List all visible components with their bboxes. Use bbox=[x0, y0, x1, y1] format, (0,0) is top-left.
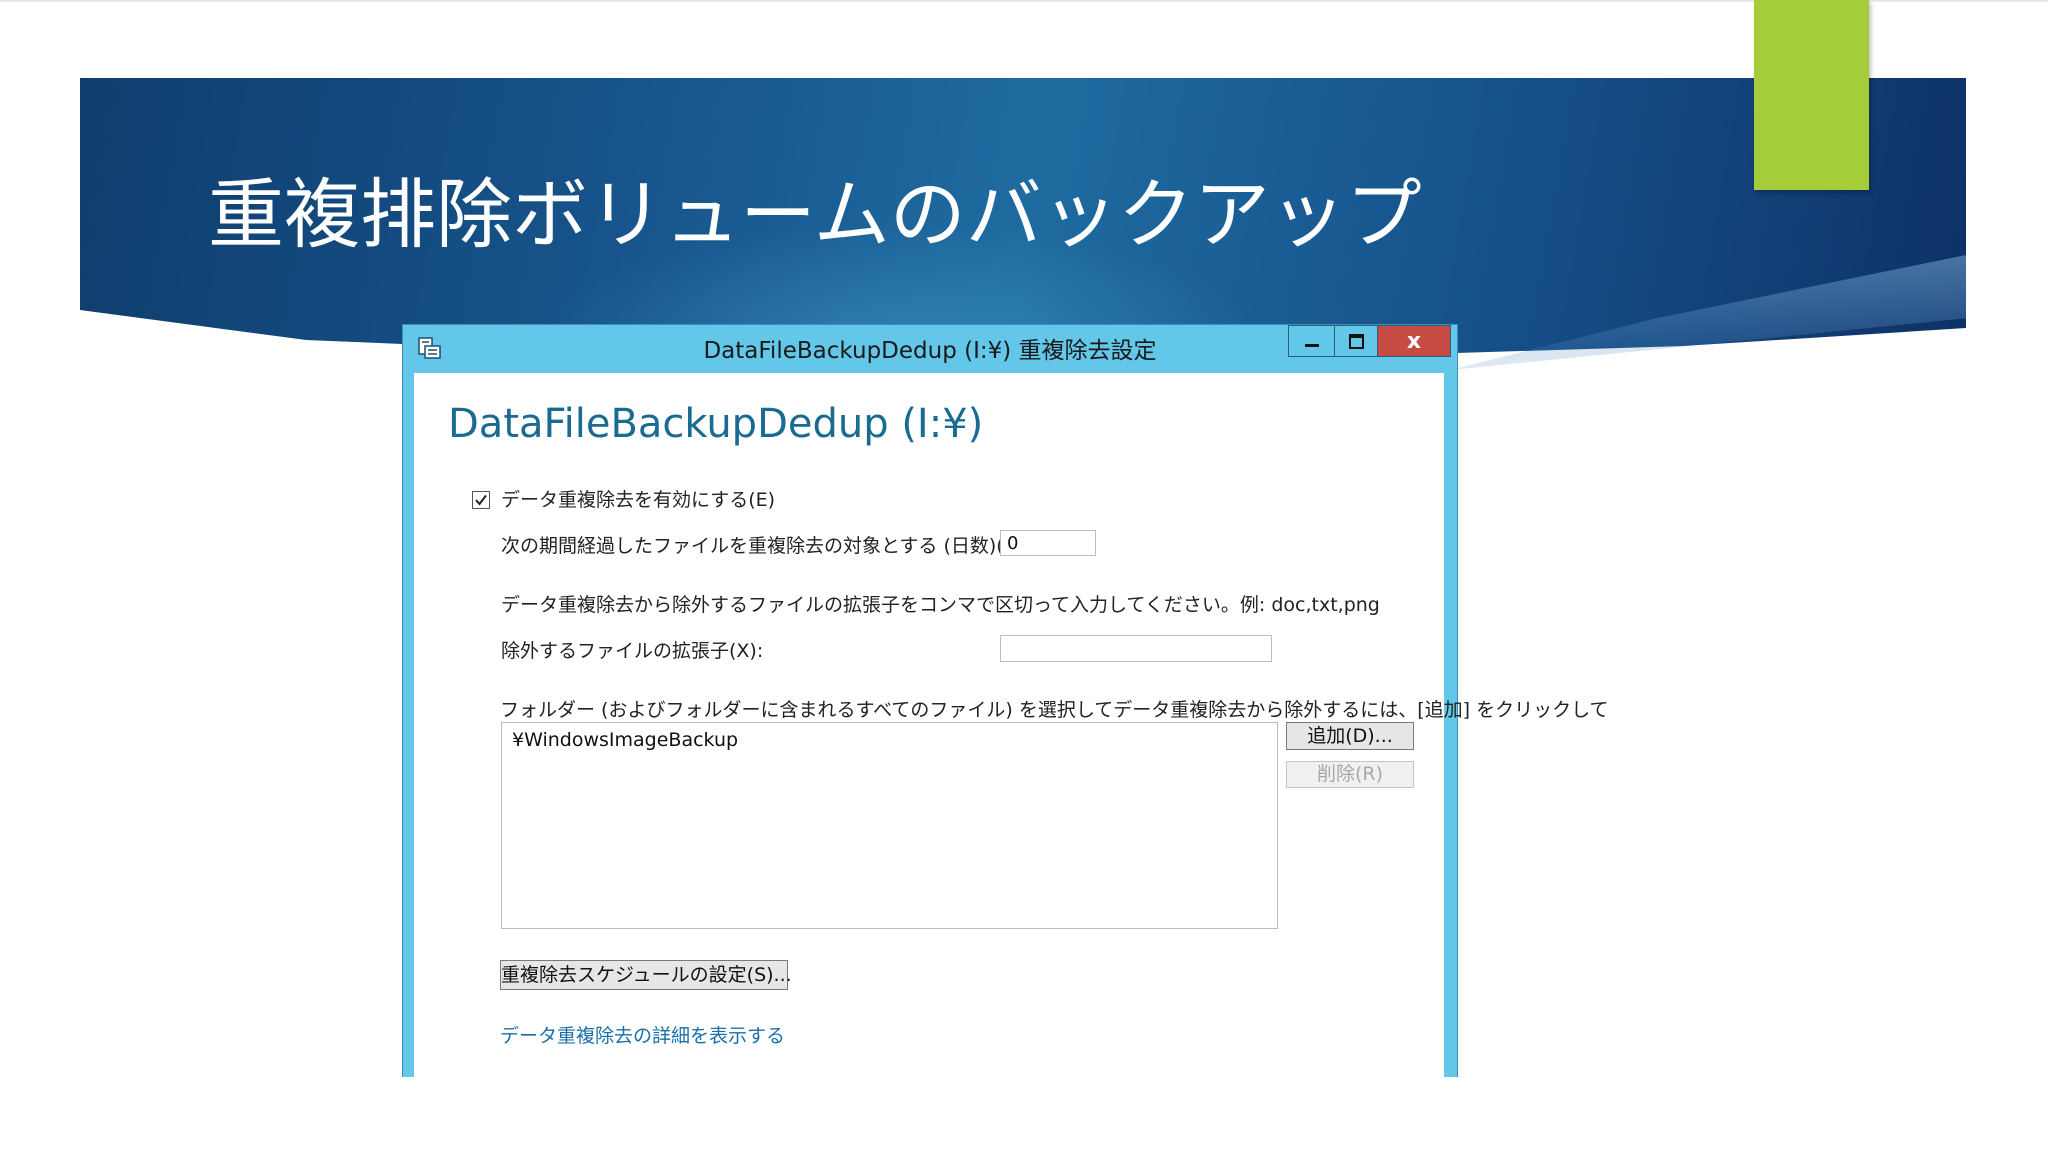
maximize-button[interactable] bbox=[1334, 325, 1378, 357]
dialog-body: DataFileBackupDedup (I:¥) データ重複除去を有効にする(… bbox=[414, 373, 1609, 1077]
folders-instruction: フォルダー (およびフォルダーに含まれるすべてのファイル) を選択してデータ重複… bbox=[500, 699, 1609, 721]
extensions-label: 除外するファイルの拡張子(X): bbox=[501, 640, 764, 662]
accent-tab bbox=[1754, 0, 1869, 190]
enable-dedup-label[interactable]: データ重複除去を有効にする(E) bbox=[501, 487, 775, 513]
close-button[interactable]: x bbox=[1377, 325, 1451, 357]
extensions-instruction: データ重複除去から除外するファイルの拡張子をコンマで区切って入力してください。例… bbox=[501, 594, 1380, 616]
enable-dedup-checkbox[interactable] bbox=[472, 491, 490, 509]
file-age-input[interactable] bbox=[1000, 530, 1096, 556]
dedup-details-link[interactable]: データ重複除去の詳細を表示する bbox=[500, 1021, 785, 1048]
add-folder-button[interactable]: 追加(D)... bbox=[1286, 722, 1414, 750]
file-age-label: 次の期間経過したファイルを重複除去の対象とする (日数)(O): bbox=[501, 535, 1033, 557]
schedule-button[interactable]: 重複除去スケジュールの設定(S)... bbox=[500, 960, 792, 990]
minimize-button[interactable] bbox=[1288, 325, 1335, 357]
minimize-icon bbox=[1304, 343, 1319, 347]
extensions-input[interactable] bbox=[1000, 635, 1272, 662]
list-item[interactable]: ¥WindowsImageBackup bbox=[512, 729, 738, 751]
excluded-folders-list[interactable]: ¥WindowsImageBackup bbox=[501, 722, 1278, 929]
maximize-icon bbox=[1348, 333, 1364, 349]
volume-heading: DataFileBackupDedup (I:¥) bbox=[448, 401, 984, 447]
remove-folder-button[interactable]: 削除(R) bbox=[1286, 761, 1414, 788]
checkmark-icon bbox=[475, 494, 487, 506]
slide-title: 重複排除ボリュームのバックアップ bbox=[208, 170, 1422, 259]
title-bar[interactable]: DataFileBackupDedup (I:¥) 重複除去設定 x bbox=[403, 325, 1457, 373]
dedup-settings-window: DataFileBackupDedup (I:¥) 重複除去設定 x DataF… bbox=[402, 324, 1609, 1077]
top-rule bbox=[0, 0, 2048, 2]
